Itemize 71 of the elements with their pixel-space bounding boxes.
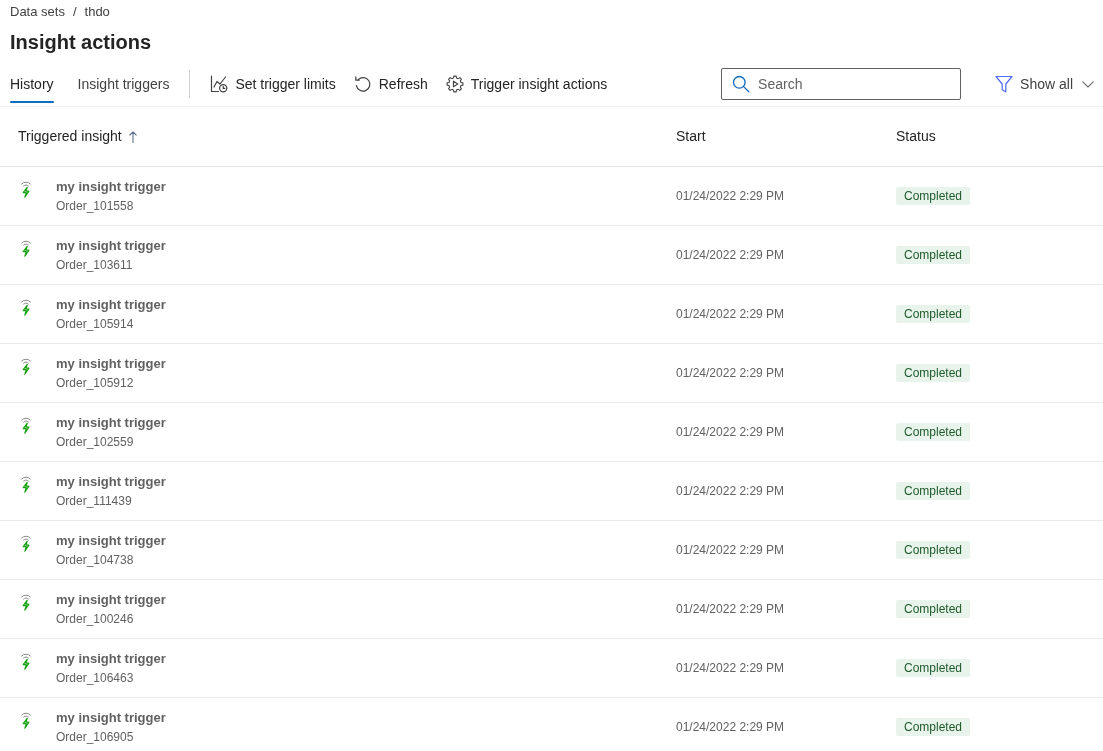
order-id: Order_106905 [56,728,135,745]
status-badge: Completed [896,423,971,441]
order-id: Order_103611 [56,256,134,273]
trigger-icon [20,533,32,552]
chart-clock-icon [210,75,229,93]
sort-up-arrow-icon [128,130,137,143]
start-time: 01/24/2022 2:29 PM [676,247,785,263]
gear-play-icon [445,75,464,93]
trigger-icon [20,415,32,434]
status-badge: Completed [896,718,971,736]
trigger-name: my insight trigger [56,650,166,667]
toolbar-button[interactable]: Refresh [353,73,428,95]
trigger-name: my insight trigger [56,709,166,726]
refresh-icon [353,75,372,93]
order-id: Order_106463 [56,669,135,686]
trigger-name: my insight trigger [56,473,166,490]
filter-button[interactable]: Show all [995,73,1094,95]
search-field[interactable]: Search [721,68,962,100]
breadcrumb-link[interactable]: Data sets [10,3,65,21]
status-badge: Completed [896,246,971,264]
start-time: 01/24/2022 2:29 PM [676,365,785,381]
start-time: 01/24/2022 2:29 PM [676,188,785,204]
order-id: Order_104738 [56,551,135,568]
start-time: 01/24/2022 2:29 PM [676,483,785,499]
status-badge: Completed [896,187,971,205]
trigger-icon [20,356,32,375]
start-time: 01/24/2022 2:29 PM [676,719,785,735]
status-badge: Completed [896,364,971,382]
start-time: 01/24/2022 2:29 PM [676,660,785,676]
tab[interactable]: History [10,62,54,106]
trigger-name: my insight trigger [56,532,166,549]
trigger-icon [20,592,32,611]
status-badge: Completed [896,600,971,618]
breadcrumb-link[interactable]: thdo [84,3,110,21]
column-header[interactable]: Triggered insight [18,126,137,147]
status-badge: Completed [896,659,971,677]
order-id: Order_105914 [56,315,135,332]
trigger-icon [20,179,32,198]
order-id: Order_100246 [56,610,135,627]
search-icon [732,75,751,93]
trigger-name: my insight trigger [56,355,166,372]
tab[interactable]: Insight triggers [77,62,170,106]
toolbar-button[interactable]: Set trigger limits [210,73,336,95]
funnel-icon [995,75,1014,93]
trigger-icon [20,238,32,257]
order-id: Order_102559 [56,433,135,450]
trigger-icon [20,297,32,316]
trigger-name: my insight trigger [56,178,166,195]
trigger-icon [20,651,32,670]
trigger-name: my insight trigger [56,591,166,608]
chevron-down-icon [1082,80,1094,88]
status-badge: Completed [896,305,971,323]
order-id: Order_111439 [56,492,133,509]
order-id: Order_105912 [56,374,135,391]
trigger-name: my insight trigger [56,237,166,254]
start-time: 01/24/2022 2:29 PM [676,601,785,617]
column-header[interactable]: Status [896,126,936,147]
breadcrumb-separator: / [72,3,77,21]
order-id: Order_101558 [56,197,135,214]
toolbar-button[interactable]: Trigger insight actions [445,73,608,95]
trigger-icon [20,474,32,493]
status-badge: Completed [896,541,971,559]
trigger-name: my insight trigger [56,414,166,431]
start-time: 01/24/2022 2:29 PM [676,424,785,440]
column-header[interactable]: Start [676,126,706,147]
start-time: 01/24/2022 2:29 PM [676,542,785,558]
page-title: Insight actions [10,30,152,55]
trigger-name: my insight trigger [56,296,166,313]
trigger-icon [20,710,32,729]
start-time: 01/24/2022 2:29 PM [676,306,785,322]
status-badge: Completed [896,482,971,500]
